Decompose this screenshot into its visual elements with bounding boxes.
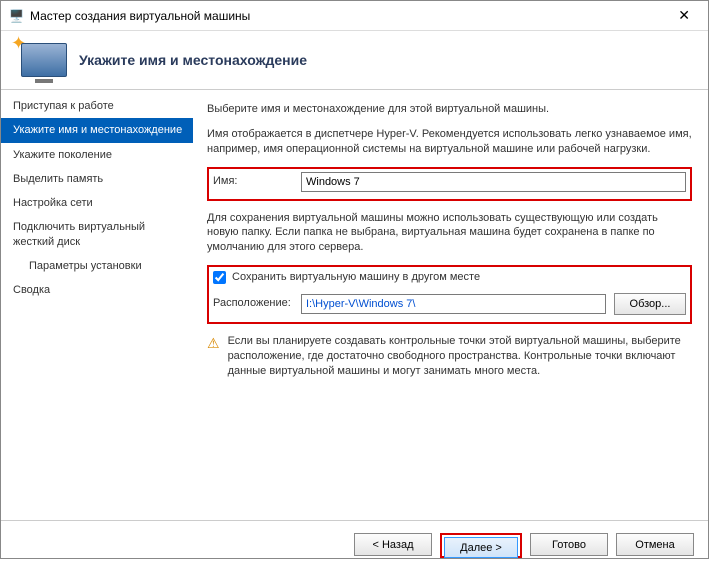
warning-block: ⚠ Если вы планируете создавать контрольн… [207, 334, 692, 379]
wizard-header-icon: ✦ [15, 39, 67, 81]
store-elsewhere-checkbox[interactable] [213, 271, 226, 284]
browse-button[interactable]: Обзор... [614, 293, 686, 315]
window-title: Мастер создания виртуальной машины [30, 9, 668, 23]
back-button[interactable]: < Назад [354, 533, 432, 556]
store-elsewhere-label: Сохранить виртуальную машину в другом ме… [232, 270, 480, 285]
sidebar-item-vhd[interactable]: Подключить виртуальный жесткий диск [1, 215, 193, 254]
warning-icon: ⚠ [207, 334, 220, 379]
wizard-footer: < Назад Далее > Готово Отмена [1, 520, 708, 570]
name-input[interactable] [301, 172, 686, 192]
sidebar-item-name-location[interactable]: Укажите имя и местонахождение [1, 118, 193, 142]
highlight-location-block: Сохранить виртуальную машину в другом ме… [207, 265, 692, 324]
highlight-next-button: Далее > [440, 533, 522, 558]
warning-text: Если вы планируете создавать контрольные… [228, 334, 692, 379]
close-icon[interactable]: ✕ [668, 3, 700, 28]
page-title: Укажите имя и местонахождение [79, 52, 307, 68]
sidebar-item-install-options[interactable]: Параметры установки [1, 254, 193, 278]
highlight-name-field: Имя: [207, 167, 692, 201]
location-input[interactable] [301, 294, 606, 314]
sidebar-item-summary[interactable]: Сводка [1, 278, 193, 302]
store-text: Для сохранения виртуальной машины можно … [207, 211, 692, 256]
location-label: Расположение: [213, 296, 301, 311]
sidebar-item-start[interactable]: Приступая к работе [1, 94, 193, 118]
wizard-icon: 🖥️ [9, 9, 24, 23]
next-button[interactable]: Далее > [444, 537, 518, 558]
cancel-button[interactable]: Отмена [616, 533, 694, 556]
titlebar: 🖥️ Мастер создания виртуальной машины ✕ [1, 1, 708, 31]
name-label: Имя: [213, 174, 301, 189]
wizard-header: ✦ Укажите имя и местонахождение [1, 31, 708, 90]
finish-button[interactable]: Готово [530, 533, 608, 556]
sidebar-item-network[interactable]: Настройка сети [1, 191, 193, 215]
intro-text-2: Имя отображается в диспетчере Hyper-V. Р… [207, 127, 692, 157]
intro-text-1: Выберите имя и местонахождение для этой … [207, 102, 692, 117]
wizard-sidebar: Приступая к работе Укажите имя и местона… [1, 90, 193, 520]
sidebar-item-generation[interactable]: Укажите поколение [1, 143, 193, 167]
sidebar-item-memory[interactable]: Выделить память [1, 167, 193, 191]
wizard-main: Выберите имя и местонахождение для этой … [193, 90, 708, 520]
